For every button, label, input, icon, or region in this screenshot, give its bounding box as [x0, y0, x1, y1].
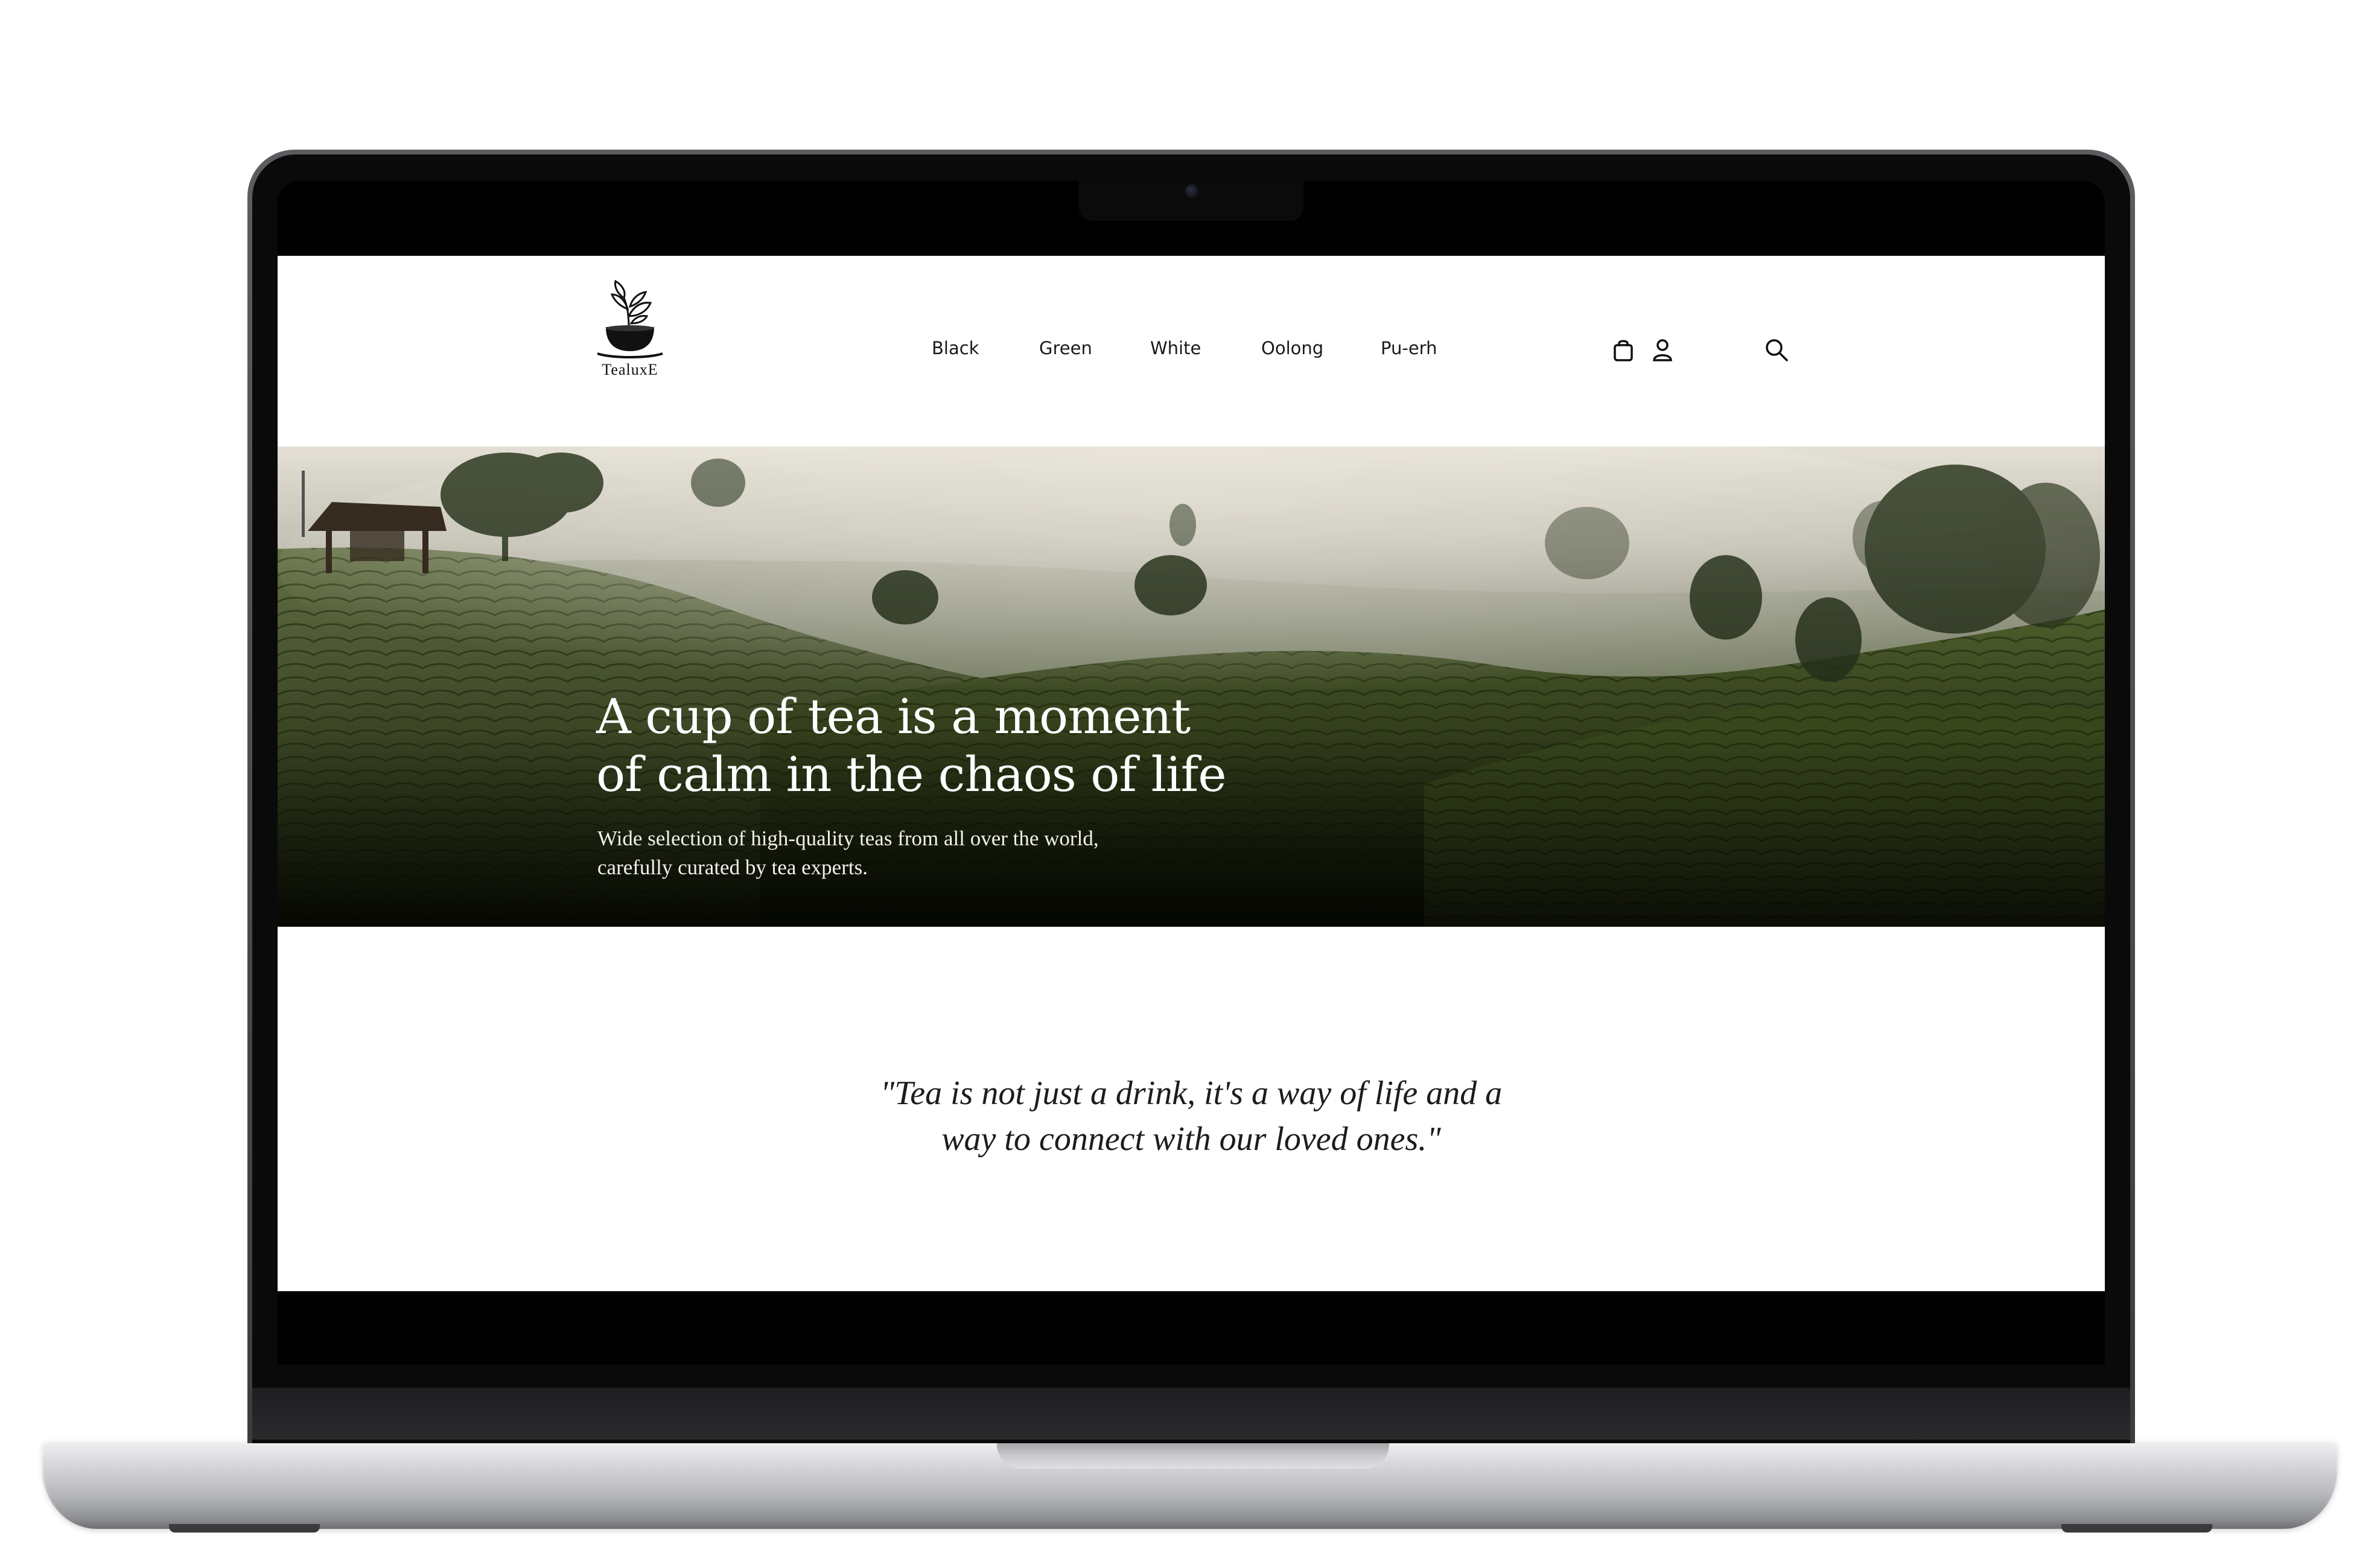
hero-subtitle: Wide selection of high-quality teas from…	[597, 824, 1189, 882]
site-header: TealuxE Black Green White Oolong Pu-erh	[278, 256, 2105, 446]
hero-title-line-1: A cup of tea is a moment	[596, 688, 1191, 745]
laptop-bezel-bottom	[252, 1388, 2130, 1440]
quote-line-2: way to connect with our loved ones."	[941, 1120, 1441, 1158]
hero-title: A cup of tea is a moment of calm in the …	[596, 688, 1381, 804]
bag-icon[interactable]	[1612, 338, 1634, 362]
hero-subtitle-line-2: carefully curated by tea experts.	[597, 856, 868, 879]
menu-item-black[interactable]: Black	[932, 338, 979, 358]
hero-subtitle-line-1: Wide selection of high-quality teas from…	[597, 827, 1099, 850]
menu-item-oolong[interactable]: Oolong	[1261, 338, 1323, 358]
menu-item-white[interactable]: White	[1150, 338, 1201, 358]
laptop-foot-right	[2061, 1524, 2212, 1533]
laptop-foot-left	[169, 1524, 320, 1533]
laptop-opening-notch	[997, 1440, 1389, 1469]
quote-line-1: "Tea is not just a drink, it's a way of …	[880, 1075, 1503, 1112]
tea-cup-logo-icon	[597, 280, 663, 358]
search-icon[interactable]	[1764, 338, 1789, 362]
quote-section: "Tea is not just a drink, it's a way of …	[278, 927, 2105, 1291]
hero-banner: A cup of tea is a moment of calm in the …	[278, 446, 2105, 927]
camera-icon	[1185, 185, 1198, 198]
website-page: TealuxE Black Green White Oolong Pu-erh	[278, 256, 2105, 1291]
menu-item-pu-erh[interactable]: Pu-erh	[1381, 338, 1437, 358]
tea-plantation-image	[278, 446, 2105, 927]
tea-quote: "Tea is not just a drink, it's a way of …	[700, 1070, 1682, 1162]
user-icon[interactable]	[1652, 338, 1673, 362]
brand-name: TealuxE	[602, 361, 658, 378]
brand-logo[interactable]: TealuxE	[594, 280, 666, 383]
menu-item-green[interactable]: Green	[1039, 338, 1092, 358]
hero-title-line-2: of calm in the chaos of life	[596, 746, 1227, 802]
